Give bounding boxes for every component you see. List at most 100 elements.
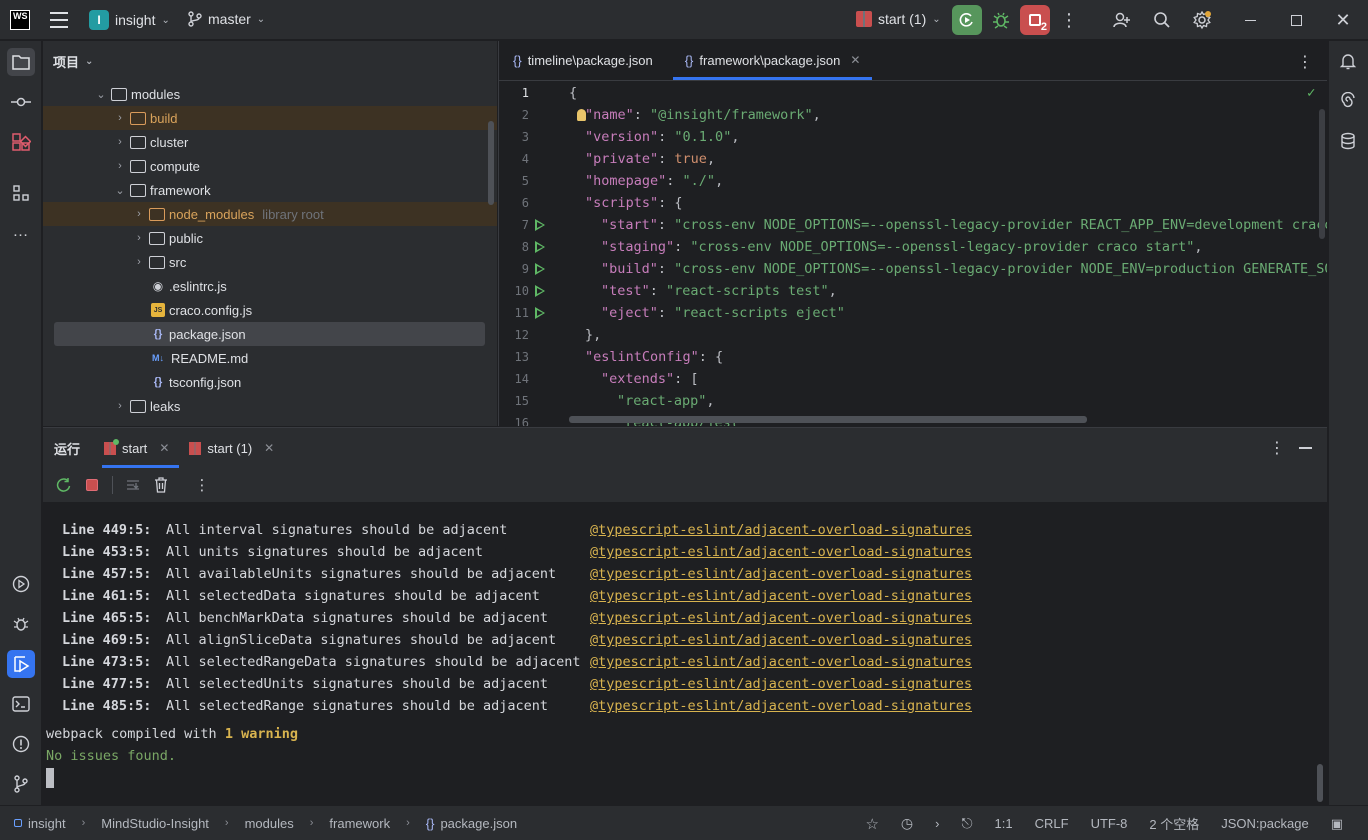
ai-assistant-button[interactable] [1334, 87, 1362, 115]
rerun-button[interactable] [952, 5, 982, 35]
run-script-gutter-icon[interactable] [535, 241, 545, 253]
rule-link[interactable]: @typescript-eslint/adjacent-overload-sig… [590, 566, 972, 582]
debug-button[interactable] [987, 6, 1015, 34]
more-tools-button[interactable]: … [7, 218, 35, 246]
tree-item-cluster[interactable]: › cluster [43, 130, 497, 154]
run-tab-start-1[interactable]: start (1) ✕ [179, 428, 284, 468]
close-tab-icon[interactable]: ✕ [850, 53, 860, 67]
rule-link[interactable]: @typescript-eslint/adjacent-overload-sig… [590, 632, 972, 648]
tree-item-leaks[interactable]: › leaks [43, 394, 497, 418]
chevron-down-icon: ⌄ [161, 14, 170, 26]
tab-timeline-package-json[interactable]: {} timeline\package.json [501, 41, 665, 80]
minimize-button[interactable] [1236, 6, 1264, 34]
hide-panel-icon[interactable] [1299, 447, 1312, 449]
run-script-gutter-icon[interactable] [535, 285, 545, 297]
run-script-gutter-icon[interactable] [535, 307, 545, 319]
run-tool-button[interactable] [7, 650, 35, 678]
rule-link[interactable]: @typescript-eslint/adjacent-overload-sig… [590, 654, 972, 670]
json-schema[interactable]: JSON:package [1210, 816, 1319, 831]
clear-console-button[interactable] [149, 473, 173, 497]
tree-item-tsconfig[interactable]: {} tsconfig.json [43, 370, 497, 394]
scroll-to-end-button[interactable] [121, 473, 145, 497]
chevron-right-icon: › [137, 208, 141, 220]
database-button[interactable] [1334, 127, 1362, 155]
run-script-gutter-icon[interactable] [535, 219, 545, 231]
rule-link[interactable]: @typescript-eslint/adjacent-overload-sig… [590, 698, 972, 714]
main-menu-button[interactable] [50, 12, 68, 28]
project-scrollbar[interactable] [488, 121, 494, 205]
tree-item-build[interactable]: › build [43, 106, 497, 130]
breadcrumb-item[interactable]: MindStudio-Insight [101, 816, 209, 831]
close-tab-icon[interactable]: ✕ [264, 441, 274, 455]
breadcrumb-item[interactable]: modules [245, 816, 294, 831]
breadcrumb-item[interactable]: insight [28, 816, 66, 831]
services-tool-button[interactable] [7, 570, 35, 598]
rule-link[interactable]: @typescript-eslint/adjacent-overload-sig… [590, 610, 972, 626]
maximize-button[interactable] [1282, 6, 1310, 34]
star-icon[interactable]: ☆ [854, 815, 889, 833]
rule-link[interactable]: @typescript-eslint/adjacent-overload-sig… [590, 522, 972, 538]
editor-vertical-scrollbar[interactable] [1319, 109, 1325, 239]
compile-status-line: webpack compiled with 1 warning [46, 726, 298, 742]
tree-item-framework[interactable]: ⌄ framework [43, 178, 497, 202]
more-vertical-icon[interactable]: ⋮ [1297, 52, 1313, 72]
stop-button[interactable] [80, 473, 104, 497]
tree-item-craco-config[interactable]: JS craco.config.js [43, 298, 497, 322]
settings-button[interactable] [1188, 6, 1216, 34]
tree-item-eslintrc[interactable]: ◉ .eslintrc.js [43, 274, 497, 298]
read-only-lock-icon[interactable]: ▣ [1320, 816, 1354, 832]
more-actions-button[interactable]: ⋮ [190, 473, 214, 497]
rule-link[interactable]: @typescript-eslint/adjacent-overload-sig… [590, 588, 972, 604]
project-tool-button[interactable] [7, 48, 35, 76]
commit-tool-button[interactable] [7, 88, 35, 116]
structure-tool-button[interactable] [7, 179, 35, 207]
line-ending[interactable]: CRLF [1024, 816, 1080, 831]
tree-item-modules[interactable]: ⌄ modules [43, 82, 497, 106]
more-actions-button[interactable]: ⋮ [1055, 6, 1083, 34]
file-encoding[interactable]: UTF-8 [1080, 816, 1139, 831]
plugin-tool-button[interactable] [7, 128, 35, 156]
run-config-selector[interactable]: start (1) ⌄ [856, 11, 941, 27]
debug-tool-button[interactable] [7, 610, 35, 638]
indent-setting[interactable]: 2 个空格 [1138, 814, 1210, 833]
more-vertical-icon[interactable]: ⋮ [1269, 438, 1285, 458]
project-panel-header[interactable]: 项目 ⌄ [43, 41, 497, 81]
breadcrumb-item[interactable]: framework [329, 816, 390, 831]
tree-item-src[interactable]: › src [43, 250, 497, 274]
branch-switcher[interactable]: master ⌄ [188, 11, 265, 27]
notifications-button[interactable] [1334, 47, 1362, 75]
console-output[interactable]: Line 449:5: All interval signatures shoul… [43, 502, 1327, 806]
tree-item-readme[interactable]: M↓ README.md [43, 346, 497, 370]
run-tab-start[interactable]: start ✕ [94, 428, 180, 468]
tab-framework-package-json[interactable]: {} framework\package.json ✕ [672, 41, 873, 80]
close-tab-icon[interactable]: ✕ [159, 441, 169, 455]
caret-position[interactable]: 1:1 [984, 816, 1024, 831]
breadcrumb-item[interactable]: package.json [440, 816, 517, 831]
rule-link[interactable]: @typescript-eslint/adjacent-overload-sig… [590, 544, 972, 560]
json-file-icon: {} [425, 815, 435, 831]
console-scrollbar[interactable] [1317, 764, 1323, 802]
project-switcher[interactable]: I insight ⌄ [89, 10, 170, 30]
code-vision-icon[interactable]: ⎋ [950, 815, 983, 832]
tree-item-compute[interactable]: › compute [43, 154, 497, 178]
tree-item-package-json[interactable]: {} package.json [54, 322, 485, 346]
search-button[interactable] [1148, 6, 1176, 34]
folder-icon [130, 135, 146, 149]
tree-item-node-modules[interactable]: › node_modules library root [43, 202, 497, 226]
code-area[interactable]: 1 2 3 4 5 6 7 8 9 10 11 12 13 14 15 16 ✓… [499, 82, 1327, 426]
chevron-right-icon[interactable]: › [924, 816, 950, 831]
add-user-button[interactable] [1108, 6, 1136, 34]
problems-tool-button[interactable] [7, 730, 35, 758]
project-badge: I [89, 10, 109, 30]
run-script-gutter-icon[interactable] [535, 263, 545, 275]
ai-status-icon[interactable]: ◷ [890, 815, 924, 832]
close-window-button[interactable]: ✕ [1329, 6, 1357, 34]
rerun-button[interactable] [52, 473, 76, 497]
stop-button[interactable]: 2 [1020, 5, 1050, 35]
editor-horizontal-scrollbar[interactable] [569, 416, 1087, 423]
terminal-tool-button[interactable] [7, 690, 35, 718]
rule-link[interactable]: @typescript-eslint/adjacent-overload-sig… [590, 676, 972, 692]
stop-icon [1029, 14, 1041, 26]
git-tool-button[interactable] [7, 770, 35, 798]
tree-item-public[interactable]: › public [43, 226, 497, 250]
